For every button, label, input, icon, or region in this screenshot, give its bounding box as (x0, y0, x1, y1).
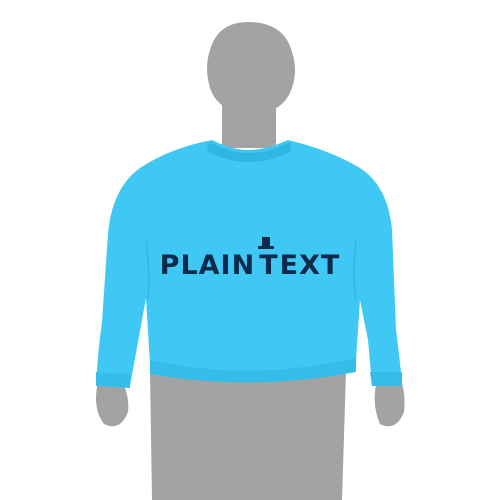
print-word-ext: EXT (279, 249, 341, 281)
shirt-print-text: PLAIN T EXT (150, 236, 350, 290)
print-top-hat-t: T (258, 236, 279, 281)
product-mockup: PLAIN T EXT (0, 0, 500, 500)
mannequin-legs (150, 372, 346, 500)
sweatshirt-left-cuff (96, 372, 130, 388)
sweatshirt-right-cuff (370, 372, 402, 386)
top-hat-icon (258, 236, 275, 249)
mannequin-head (207, 22, 295, 116)
print-letter-t: T (259, 249, 279, 281)
print-word-plain: PLAIN (159, 249, 256, 281)
